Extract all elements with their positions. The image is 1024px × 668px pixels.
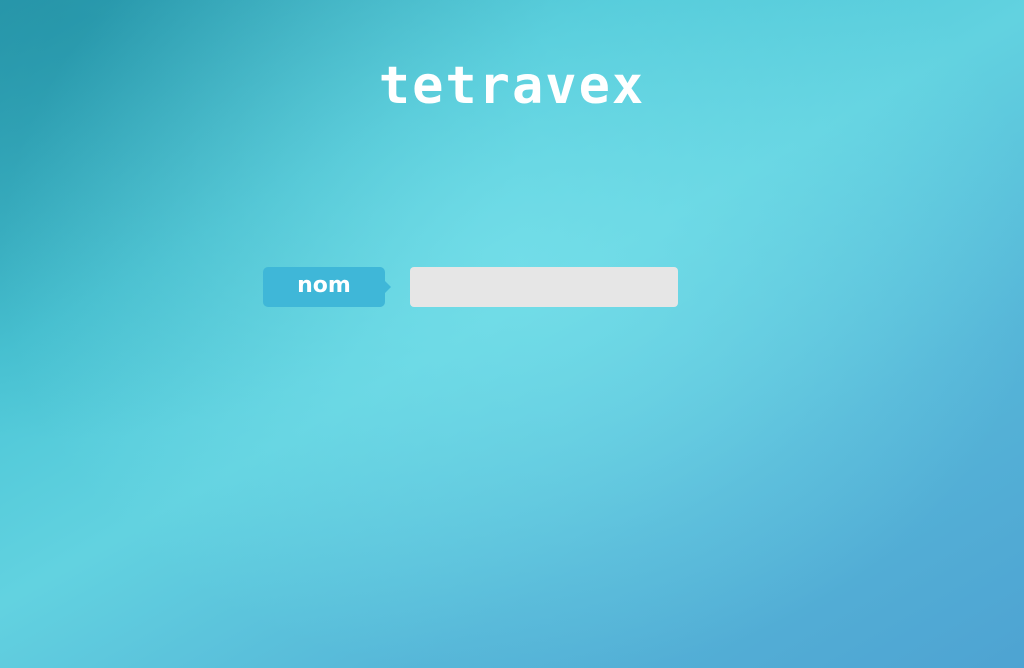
name-input[interactable] xyxy=(410,267,678,307)
name-label: nom xyxy=(263,267,391,307)
app-logo: tetravex xyxy=(378,56,646,116)
name-form-row: nom xyxy=(263,267,679,307)
